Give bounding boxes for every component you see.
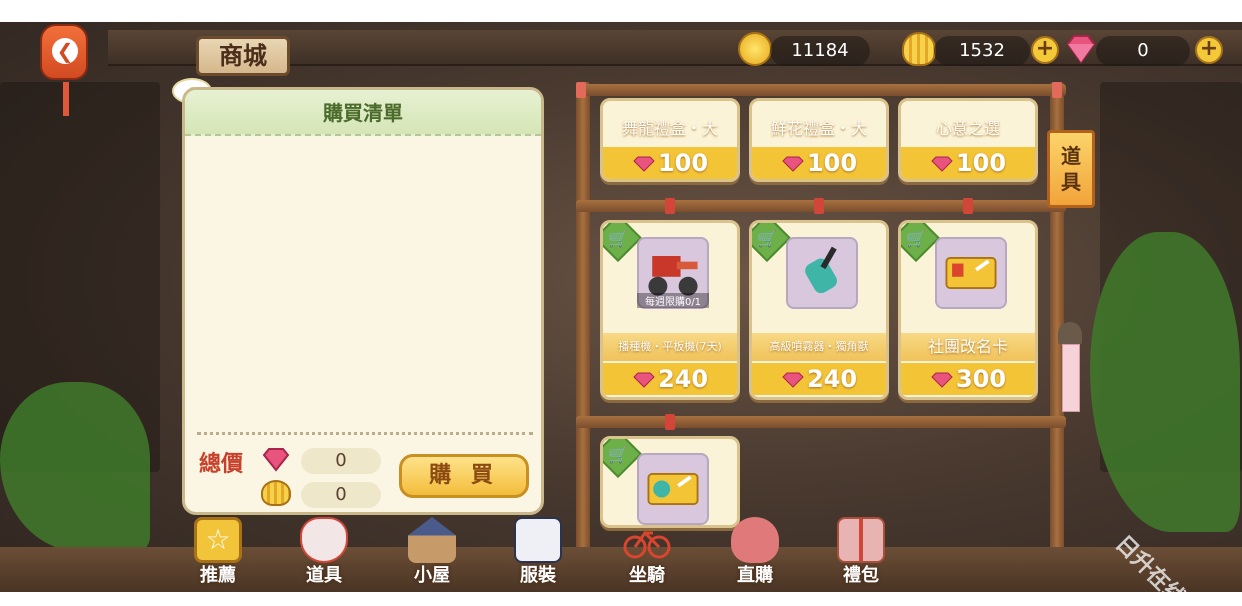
rack-beam xyxy=(576,416,1066,428)
wind-chime-icon xyxy=(1058,322,1082,344)
coin-total-value: 0 xyxy=(301,482,381,508)
purchase-list-title: 購買清單 xyxy=(185,90,541,136)
gem-total-value: 0 xyxy=(301,448,381,474)
shop-item-card[interactable]: 🛒 每週限購0/1 播種機・平板機(7天) 240 xyxy=(600,220,740,400)
pink-gem-icon xyxy=(931,372,953,388)
item-name: 心意之選 xyxy=(935,119,1000,138)
shop-item-card[interactable]: 鮮花禮盒・大 100 xyxy=(749,98,889,182)
game-shop-screen: ❮ 商城 11184 1532 + 0 + 購買清單 總價 0 0 購 買 舞龍… xyxy=(0,22,1242,592)
item-name: 播種機・平板機(7天) xyxy=(603,333,737,361)
rename-card-icon xyxy=(935,237,1007,309)
item-price: 240 xyxy=(752,363,886,395)
item-price: 240 xyxy=(603,363,737,395)
seashell-coin-icon xyxy=(902,32,936,66)
side-tab-label: 道具 xyxy=(1061,144,1081,194)
shop-item-card[interactable]: 🛒 社團改名卡 300 xyxy=(898,220,1038,400)
nav-label: 禮包 xyxy=(843,565,879,586)
background-plant-right xyxy=(1090,232,1240,532)
nav-label: 直購 xyxy=(737,565,773,586)
pink-gem-icon xyxy=(262,448,290,472)
background-plant-left xyxy=(0,382,150,552)
gem-counter: 0 xyxy=(1096,36,1190,66)
gold-coin-counter: 11184 xyxy=(770,36,870,66)
rack-ornament xyxy=(576,82,586,98)
wind-chime-strip xyxy=(1062,344,1080,412)
seashell-coin-icon xyxy=(261,480,291,506)
pink-gem-icon xyxy=(782,372,804,388)
nav-tab-clothing[interactable]: 服裝 xyxy=(503,517,573,587)
shop-item-card[interactable]: 🛒 xyxy=(600,436,740,528)
shop-item-card[interactable]: 舞龍禮盒・大 100 xyxy=(600,98,740,182)
card-hanger xyxy=(665,198,675,214)
item-price: 300 xyxy=(901,363,1035,395)
page-title: 商城 xyxy=(196,36,290,76)
item-price: 100 xyxy=(752,147,886,179)
total-price-label: 總價 xyxy=(199,452,244,477)
shop-item-card[interactable]: 心意之選 100 xyxy=(898,98,1038,182)
nav-label: 服裝 xyxy=(520,565,556,586)
nav-label: 推薦 xyxy=(200,565,236,586)
rack-ornament xyxy=(1052,82,1062,98)
cart-icon: 🛒 xyxy=(757,229,777,248)
nav-tab-recommend[interactable]: ☆ 推薦 xyxy=(183,517,253,587)
cart-icon: 🛒 xyxy=(608,445,628,464)
sprayer-icon xyxy=(786,237,858,309)
seashell-coin-counter: 1532 xyxy=(934,36,1030,66)
shop-item-card[interactable]: 🛒 高級噴霧器・獨角獸 240 xyxy=(749,220,889,400)
lantern-tassel xyxy=(63,82,69,116)
nav-tab-mount[interactable]: 坐騎 xyxy=(612,517,682,587)
nav-tab-direct-purchase[interactable]: 直購 xyxy=(720,517,790,587)
rack-pole-left xyxy=(576,82,590,562)
pink-gem-icon xyxy=(633,156,655,172)
gold-coin-icon xyxy=(738,32,772,66)
back-button[interactable]: ❮ xyxy=(40,24,88,116)
nav-label: 坐騎 xyxy=(629,565,665,586)
item-name: 鮮花禮盒・大 xyxy=(770,119,867,138)
star-icon: ☆ xyxy=(194,517,242,563)
back-arrow-icon: ❮ xyxy=(52,38,78,64)
nav-tab-gift-pack[interactable]: 禮包 xyxy=(826,517,896,587)
card-hanger xyxy=(665,414,675,430)
money-bag-icon xyxy=(731,517,779,563)
item-name: 高級噴霧器・獨角獸 xyxy=(752,333,886,361)
purchase-list-panel: 購買清單 總價 0 0 購 買 xyxy=(182,87,544,515)
item-name: 社團改名卡 xyxy=(901,333,1035,361)
bicycle-icon xyxy=(623,530,671,559)
fox-mask-icon xyxy=(300,517,348,563)
weekly-limit-tag: 每週限購0/1 xyxy=(637,293,709,308)
buy-button[interactable]: 購 買 xyxy=(399,454,529,498)
house-icon xyxy=(408,517,456,563)
divider xyxy=(197,432,533,435)
add-gem-button[interactable]: + xyxy=(1195,36,1223,64)
card-hanger xyxy=(814,198,824,214)
pink-gem-icon xyxy=(931,156,953,172)
item-price: 100 xyxy=(603,147,737,179)
nav-label: 小屋 xyxy=(414,565,450,586)
item-name: 舞龍禮盒・大 xyxy=(621,119,718,138)
pink-gem-icon xyxy=(633,372,655,388)
gift-box-icon xyxy=(837,517,885,563)
item-price: 100 xyxy=(901,147,1035,179)
category-side-tab[interactable]: 道具 xyxy=(1047,130,1095,208)
nav-tab-house[interactable]: 小屋 xyxy=(397,517,467,587)
nav-tab-items[interactable]: 道具 xyxy=(289,517,359,587)
pink-gem-icon xyxy=(782,156,804,172)
sailor-uniform-icon xyxy=(514,517,562,563)
cart-icon: 🛒 xyxy=(608,229,628,248)
nav-label: 道具 xyxy=(306,565,342,586)
pink-gem-icon xyxy=(1066,35,1096,64)
rack-beam xyxy=(576,84,1066,96)
add-seashell-button[interactable]: + xyxy=(1031,36,1059,64)
card-hanger xyxy=(963,198,973,214)
name-card-icon xyxy=(637,453,709,525)
cart-icon: 🛒 xyxy=(906,229,926,248)
